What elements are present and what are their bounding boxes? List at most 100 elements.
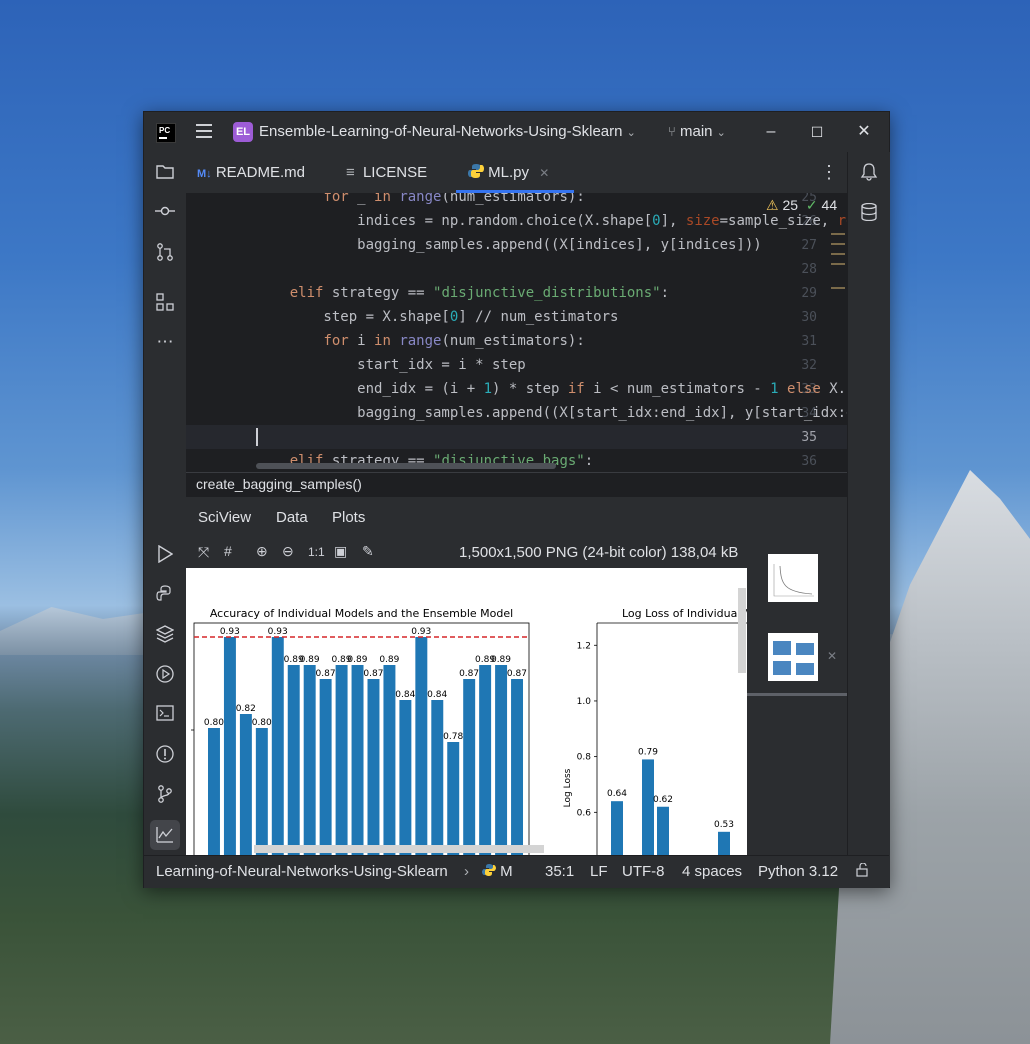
chart-title: Accuracy of Individual Models and the En… xyxy=(210,607,513,620)
title-bar: PC EL Ensemble-Learning-of-Neural-Networ… xyxy=(144,112,889,152)
bar-value-label: 0.89 xyxy=(379,655,399,665)
tab-data[interactable]: Data xyxy=(276,497,308,539)
zoom-out-icon[interactable]: ⊖ xyxy=(282,543,294,560)
more-tabs-icon[interactable]: ⋮ xyxy=(820,162,838,183)
run-icon[interactable] xyxy=(155,544,175,565)
database-icon[interactable] xyxy=(859,202,879,223)
layers-icon[interactable] xyxy=(155,625,175,645)
plot-thumbnail-1[interactable] xyxy=(768,554,818,602)
branch-name: main xyxy=(679,123,713,140)
terminal-icon[interactable] xyxy=(155,705,175,725)
current-line-highlight xyxy=(186,425,847,449)
bar xyxy=(611,801,623,855)
pycharm-logo-icon[interactable]: PC xyxy=(156,123,176,143)
commit-icon[interactable] xyxy=(155,203,175,223)
line-number: 27 xyxy=(801,238,817,253)
project-selector[interactable]: Ensemble-Learning-of-Neural-Networks-Usi… xyxy=(259,123,636,140)
plot-thumbnails: ✕ xyxy=(747,538,847,855)
bar xyxy=(657,806,669,855)
tab-label: ML.py xyxy=(488,164,530,181)
ok-count: 44 xyxy=(821,197,838,213)
sciview-icon[interactable] xyxy=(150,820,180,850)
status-file[interactable]: M xyxy=(482,863,513,880)
bar xyxy=(303,665,316,855)
horizontal-scrollbar[interactable] xyxy=(256,463,556,469)
line-number: 28 xyxy=(801,262,817,277)
python-interpreter[interactable]: Python 3.12 xyxy=(758,863,838,880)
color-picker-icon[interactable]: ✎ xyxy=(362,543,374,560)
bar-value-label: 0.79 xyxy=(638,747,658,757)
tab-label: README.md xyxy=(215,164,306,181)
project-folder-icon[interactable] xyxy=(155,163,175,183)
code-line: indices = np.random.choice(X.shape[0], s… xyxy=(256,213,847,229)
lock-icon[interactable] xyxy=(856,862,870,881)
bar-value-label: 0.87 xyxy=(316,669,336,679)
git-icon[interactable] xyxy=(155,785,175,805)
bar-value-label: 0.87 xyxy=(363,669,383,679)
code-line: for _ in range(num_estimators): xyxy=(323,193,585,205)
grid-icon[interactable]: # xyxy=(224,543,232,559)
inspection-widget[interactable]: ⚠ 25 ✓ 44 ︿ ﹀ xyxy=(766,197,847,214)
close-thumbnail-icon[interactable]: ✕ xyxy=(827,649,837,663)
chevron-right-icon: › xyxy=(464,863,469,880)
zoom-in-icon[interactable]: ⊕ xyxy=(256,543,268,560)
bar-value-label: 0.64 xyxy=(607,789,627,799)
breadcrumb-function[interactable]: create_bagging_samples() xyxy=(196,476,362,492)
left-tool-window-bar: ⋯ xyxy=(144,152,187,887)
close-button[interactable]: ✕ xyxy=(849,120,879,144)
line-number: 36 xyxy=(801,454,817,469)
error-stripe xyxy=(831,233,845,303)
close-tab-icon[interactable]: ✕ xyxy=(539,166,549,180)
tab-readme[interactable]: M↓ README.md xyxy=(197,152,305,193)
status-path[interactable]: Learning-of-Neural-Networks-Using-Sklear… xyxy=(156,863,448,880)
notifications-bell-icon[interactable] xyxy=(859,163,879,183)
bar xyxy=(271,637,284,855)
minimize-button[interactable]: – xyxy=(756,120,786,144)
line-separator[interactable]: LF xyxy=(590,863,608,880)
editor-tab-bar: M↓ README.md ≡ LICENSE ML.py ✕ ⋮ xyxy=(186,152,847,194)
tab-sciview[interactable]: SciView xyxy=(198,497,251,539)
maximize-button[interactable]: ☐ xyxy=(802,120,832,144)
actual-size-button[interactable]: 1:1 xyxy=(308,545,325,559)
bar xyxy=(335,665,348,855)
tab-ml-py[interactable]: ML.py ✕ xyxy=(456,152,574,193)
tab-plots[interactable]: Plots xyxy=(332,497,365,539)
python-file-icon xyxy=(468,164,488,181)
bar xyxy=(415,637,428,855)
fit-to-window-icon[interactable]: ⤧ xyxy=(198,544,209,561)
bar xyxy=(447,742,460,855)
line-number: 35 xyxy=(801,430,817,445)
python-packages-icon[interactable] xyxy=(155,585,175,605)
bar-value-label: 0.84 xyxy=(427,690,447,700)
branch-selector[interactable]: ⑂ main ⌄ xyxy=(668,123,726,140)
bar xyxy=(642,759,654,855)
file-encoding[interactable]: UTF-8 xyxy=(622,863,665,880)
tab-license[interactable]: ≡ LICENSE xyxy=(346,152,427,193)
right-tool-window-bar xyxy=(847,152,890,887)
code-editor[interactable]: 25 for _ in range(num_estimators): 26 ind… xyxy=(186,193,847,472)
sciview-header: SciView Data Plots xyxy=(186,496,847,539)
line-number: 31 xyxy=(801,334,817,349)
bar-value-label: 0.80 xyxy=(204,718,224,728)
more-tools-icon[interactable]: ⋯ xyxy=(155,332,175,352)
structure-icon[interactable] xyxy=(155,293,175,313)
bar-value-label: 0.87 xyxy=(507,669,527,679)
code-line: end_idx = (i + 1) * step if i < num_esti… xyxy=(256,381,847,397)
bar-value-label: 0.93 xyxy=(268,627,288,637)
indent-setting[interactable]: 4 spaces xyxy=(682,863,742,880)
bar-value-label: 0.84 xyxy=(395,690,415,700)
bar xyxy=(208,728,220,855)
plot-viewer[interactable]: Accuracy of Individual Models and the En… xyxy=(186,568,747,855)
problems-icon[interactable] xyxy=(155,745,175,765)
main-menu-icon[interactable] xyxy=(196,124,212,138)
caret-position[interactable]: 35:1 xyxy=(545,863,574,880)
background-icon[interactable]: ▣ xyxy=(334,543,347,560)
plot-thumbnail-2[interactable] xyxy=(768,633,818,681)
bar-value-label: 0.93 xyxy=(220,627,240,637)
code-line: bagging_samples.append((X[start_idx:end_… xyxy=(256,405,847,421)
bar-value-label: 0.93 xyxy=(411,627,431,637)
pull-requests-icon[interactable] xyxy=(155,243,175,263)
code-breadcrumb[interactable]: create_bagging_samples() xyxy=(186,472,847,497)
project-badge[interactable]: EL xyxy=(233,122,253,142)
services-icon[interactable] xyxy=(155,665,175,685)
